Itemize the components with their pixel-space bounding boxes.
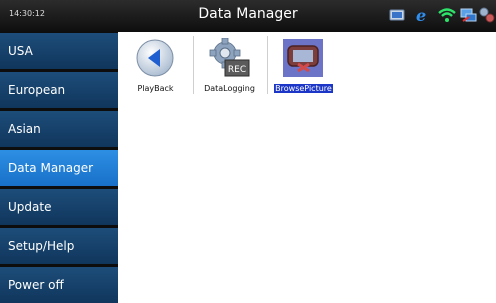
back-arrow-icon <box>134 38 176 78</box>
app-browsepicture[interactable]: BrowsePicture <box>270 36 337 94</box>
network-icon[interactable] <box>460 6 478 26</box>
app-grid: PlayBack REC DataLogging BrowsePicture <box>118 32 496 295</box>
app-label: DataLogging <box>204 84 255 93</box>
rec-badge: REC <box>228 65 246 75</box>
gear-rec-icon: REC <box>208 37 250 78</box>
sidebar-item-label: Update <box>8 200 52 214</box>
tile-divider <box>267 36 268 94</box>
picture-device-icon <box>282 38 324 78</box>
sidebar-item-usa[interactable]: USA <box>0 33 118 69</box>
sidebar-item-label: European <box>8 83 66 97</box>
settings-icon[interactable] <box>478 6 496 26</box>
sidebar-item-label: Power off <box>8 278 64 292</box>
sidebar-item-setup-help[interactable]: Setup/Help <box>0 228 118 264</box>
title-bar: 14:30:12 Data Manager e <box>0 0 496 32</box>
selected-label: BrowsePicture <box>274 84 333 93</box>
sidebar-item-asian[interactable]: Asian <box>0 111 118 147</box>
tile-divider <box>193 36 194 94</box>
sidebar-item-label: USA <box>8 44 33 58</box>
sidebar: USA European Asian Data Manager Update S… <box>0 32 118 303</box>
sidebar-item-label: Data Manager <box>8 161 94 175</box>
sidebar-item-label: Asian <box>8 122 41 136</box>
sidebar-item-european[interactable]: European <box>0 72 118 108</box>
app-label: PlayBack <box>137 84 174 93</box>
browser-icon[interactable]: e <box>414 6 432 26</box>
screen-icon[interactable] <box>388 6 406 26</box>
app-label: BrowsePicture <box>270 84 337 93</box>
app-playback[interactable]: PlayBack <box>122 36 189 94</box>
sidebar-item-power-off[interactable]: Power off <box>0 267 118 303</box>
sidebar-item-data-manager[interactable]: Data Manager <box>0 150 118 186</box>
wifi-icon[interactable] <box>437 6 457 26</box>
app-datalogging[interactable]: REC DataLogging <box>196 36 263 94</box>
svg-text:e: e <box>416 6 426 24</box>
sidebar-item-label: Setup/Help <box>8 239 75 253</box>
sidebar-item-update[interactable]: Update <box>0 189 118 225</box>
